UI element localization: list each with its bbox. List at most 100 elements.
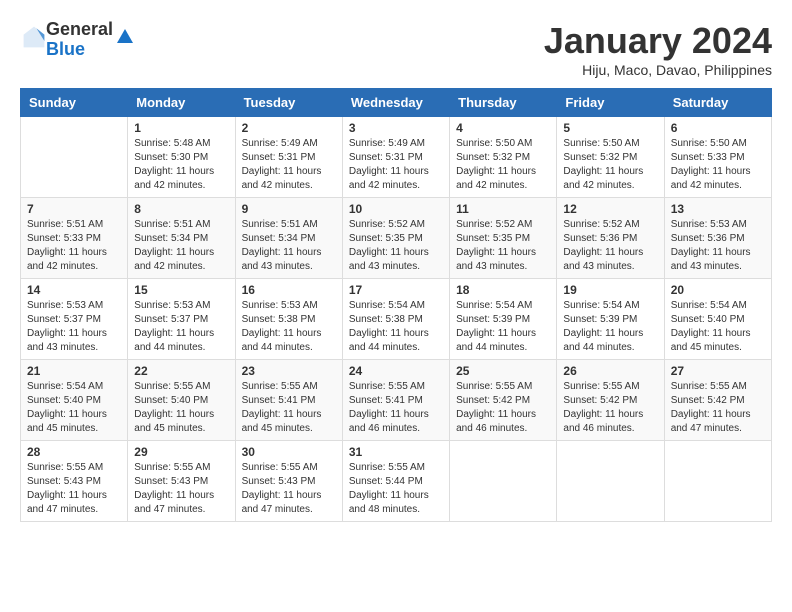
calendar-cell: 24 Sunrise: 5:55 AMSunset: 5:41 PMDaylig…	[342, 360, 449, 441]
day-number: 15	[134, 283, 228, 297]
day-info: Sunrise: 5:50 AMSunset: 5:32 PMDaylight:…	[563, 138, 643, 191]
day-info: Sunrise: 5:55 AMSunset: 5:42 PMDaylight:…	[456, 381, 536, 434]
day-number: 7	[27, 202, 121, 216]
day-info: Sunrise: 5:55 AMSunset: 5:42 PMDaylight:…	[563, 381, 643, 434]
day-info: Sunrise: 5:55 AMSunset: 5:40 PMDaylight:…	[134, 381, 214, 434]
day-info: Sunrise: 5:50 AMSunset: 5:32 PMDaylight:…	[456, 138, 536, 191]
title-area: January 2024 Hiju, Maco, Davao, Philippi…	[544, 20, 772, 78]
day-number: 1	[134, 121, 228, 135]
day-info: Sunrise: 5:53 AMSunset: 5:38 PMDaylight:…	[242, 300, 322, 353]
day-info: Sunrise: 5:51 AMSunset: 5:33 PMDaylight:…	[27, 219, 107, 272]
header-saturday: Saturday	[664, 89, 771, 117]
calendar-cell: 13 Sunrise: 5:53 AMSunset: 5:36 PMDaylig…	[664, 198, 771, 279]
day-number: 12	[563, 202, 657, 216]
day-number: 6	[671, 121, 765, 135]
day-number: 29	[134, 445, 228, 459]
calendar-cell	[664, 441, 771, 522]
day-info: Sunrise: 5:53 AMSunset: 5:36 PMDaylight:…	[671, 219, 751, 272]
day-number: 17	[349, 283, 443, 297]
calendar-cell: 7 Sunrise: 5:51 AMSunset: 5:33 PMDayligh…	[21, 198, 128, 279]
day-info: Sunrise: 5:54 AMSunset: 5:39 PMDaylight:…	[563, 300, 643, 353]
header-wednesday: Wednesday	[342, 89, 449, 117]
calendar-cell: 9 Sunrise: 5:51 AMSunset: 5:34 PMDayligh…	[235, 198, 342, 279]
day-info: Sunrise: 5:52 AMSunset: 5:36 PMDaylight:…	[563, 219, 643, 272]
calendar-cell: 20 Sunrise: 5:54 AMSunset: 5:40 PMDaylig…	[664, 279, 771, 360]
day-number: 3	[349, 121, 443, 135]
day-number: 21	[27, 364, 121, 378]
day-number: 25	[456, 364, 550, 378]
day-info: Sunrise: 5:53 AMSunset: 5:37 PMDaylight:…	[134, 300, 214, 353]
day-number: 16	[242, 283, 336, 297]
day-info: Sunrise: 5:55 AMSunset: 5:44 PMDaylight:…	[349, 462, 429, 515]
day-number: 2	[242, 121, 336, 135]
week-row-1: 7 Sunrise: 5:51 AMSunset: 5:33 PMDayligh…	[21, 198, 772, 279]
day-info: Sunrise: 5:53 AMSunset: 5:37 PMDaylight:…	[27, 300, 107, 353]
day-info: Sunrise: 5:51 AMSunset: 5:34 PMDaylight:…	[134, 219, 214, 272]
calendar-cell: 6 Sunrise: 5:50 AMSunset: 5:33 PMDayligh…	[664, 117, 771, 198]
day-info: Sunrise: 5:55 AMSunset: 5:41 PMDaylight:…	[242, 381, 322, 434]
calendar-table: SundayMondayTuesdayWednesdayThursdayFrid…	[20, 88, 772, 522]
day-info: Sunrise: 5:55 AMSunset: 5:42 PMDaylight:…	[671, 381, 751, 434]
day-info: Sunrise: 5:55 AMSunset: 5:41 PMDaylight:…	[349, 381, 429, 434]
calendar-cell	[557, 441, 664, 522]
calendar-cell: 19 Sunrise: 5:54 AMSunset: 5:39 PMDaylig…	[557, 279, 664, 360]
calendar-cell: 28 Sunrise: 5:55 AMSunset: 5:43 PMDaylig…	[21, 441, 128, 522]
day-number: 22	[134, 364, 228, 378]
page-header: General Blue January 2024 Hiju, Maco, Da…	[20, 20, 772, 78]
week-row-4: 28 Sunrise: 5:55 AMSunset: 5:43 PMDaylig…	[21, 441, 772, 522]
day-number: 14	[27, 283, 121, 297]
calendar-cell: 8 Sunrise: 5:51 AMSunset: 5:34 PMDayligh…	[128, 198, 235, 279]
calendar-cell: 27 Sunrise: 5:55 AMSunset: 5:42 PMDaylig…	[664, 360, 771, 441]
day-info: Sunrise: 5:55 AMSunset: 5:43 PMDaylight:…	[27, 462, 107, 515]
calendar-cell: 10 Sunrise: 5:52 AMSunset: 5:35 PMDaylig…	[342, 198, 449, 279]
logo: General Blue	[20, 20, 135, 60]
day-number: 27	[671, 364, 765, 378]
logo-triangle-icon	[115, 27, 135, 47]
calendar-subtitle: Hiju, Maco, Davao, Philippines	[544, 62, 772, 78]
calendar-cell: 5 Sunrise: 5:50 AMSunset: 5:32 PMDayligh…	[557, 117, 664, 198]
day-number: 11	[456, 202, 550, 216]
day-info: Sunrise: 5:50 AMSunset: 5:33 PMDaylight:…	[671, 138, 751, 191]
day-info: Sunrise: 5:55 AMSunset: 5:43 PMDaylight:…	[242, 462, 322, 515]
calendar-cell: 31 Sunrise: 5:55 AMSunset: 5:44 PMDaylig…	[342, 441, 449, 522]
calendar-cell: 17 Sunrise: 5:54 AMSunset: 5:38 PMDaylig…	[342, 279, 449, 360]
calendar-cell: 30 Sunrise: 5:55 AMSunset: 5:43 PMDaylig…	[235, 441, 342, 522]
calendar-cell: 21 Sunrise: 5:54 AMSunset: 5:40 PMDaylig…	[21, 360, 128, 441]
day-number: 5	[563, 121, 657, 135]
calendar-cell: 23 Sunrise: 5:55 AMSunset: 5:41 PMDaylig…	[235, 360, 342, 441]
day-info: Sunrise: 5:54 AMSunset: 5:40 PMDaylight:…	[671, 300, 751, 353]
day-info: Sunrise: 5:48 AMSunset: 5:30 PMDaylight:…	[134, 138, 214, 191]
header-thursday: Thursday	[450, 89, 557, 117]
day-number: 10	[349, 202, 443, 216]
logo-blue-text: Blue	[46, 39, 85, 59]
day-number: 20	[671, 283, 765, 297]
calendar-cell: 3 Sunrise: 5:49 AMSunset: 5:31 PMDayligh…	[342, 117, 449, 198]
day-number: 9	[242, 202, 336, 216]
day-number: 31	[349, 445, 443, 459]
header-tuesday: Tuesday	[235, 89, 342, 117]
calendar-cell	[450, 441, 557, 522]
day-number: 26	[563, 364, 657, 378]
day-info: Sunrise: 5:49 AMSunset: 5:31 PMDaylight:…	[349, 138, 429, 191]
day-info: Sunrise: 5:54 AMSunset: 5:38 PMDaylight:…	[349, 300, 429, 353]
calendar-cell: 4 Sunrise: 5:50 AMSunset: 5:32 PMDayligh…	[450, 117, 557, 198]
logo-icon	[22, 25, 46, 49]
calendar-cell: 25 Sunrise: 5:55 AMSunset: 5:42 PMDaylig…	[450, 360, 557, 441]
day-number: 4	[456, 121, 550, 135]
day-info: Sunrise: 5:54 AMSunset: 5:39 PMDaylight:…	[456, 300, 536, 353]
day-number: 23	[242, 364, 336, 378]
week-row-2: 14 Sunrise: 5:53 AMSunset: 5:37 PMDaylig…	[21, 279, 772, 360]
day-number: 8	[134, 202, 228, 216]
header-monday: Monday	[128, 89, 235, 117]
day-number: 28	[27, 445, 121, 459]
day-info: Sunrise: 5:51 AMSunset: 5:34 PMDaylight:…	[242, 219, 322, 272]
day-number: 13	[671, 202, 765, 216]
calendar-cell: 1 Sunrise: 5:48 AMSunset: 5:30 PMDayligh…	[128, 117, 235, 198]
calendar-cell: 12 Sunrise: 5:52 AMSunset: 5:36 PMDaylig…	[557, 198, 664, 279]
calendar-cell: 2 Sunrise: 5:49 AMSunset: 5:31 PMDayligh…	[235, 117, 342, 198]
calendar-cell: 29 Sunrise: 5:55 AMSunset: 5:43 PMDaylig…	[128, 441, 235, 522]
day-info: Sunrise: 5:54 AMSunset: 5:40 PMDaylight:…	[27, 381, 107, 434]
calendar-cell: 22 Sunrise: 5:55 AMSunset: 5:40 PMDaylig…	[128, 360, 235, 441]
calendar-header-row: SundayMondayTuesdayWednesdayThursdayFrid…	[21, 89, 772, 117]
week-row-0: 1 Sunrise: 5:48 AMSunset: 5:30 PMDayligh…	[21, 117, 772, 198]
